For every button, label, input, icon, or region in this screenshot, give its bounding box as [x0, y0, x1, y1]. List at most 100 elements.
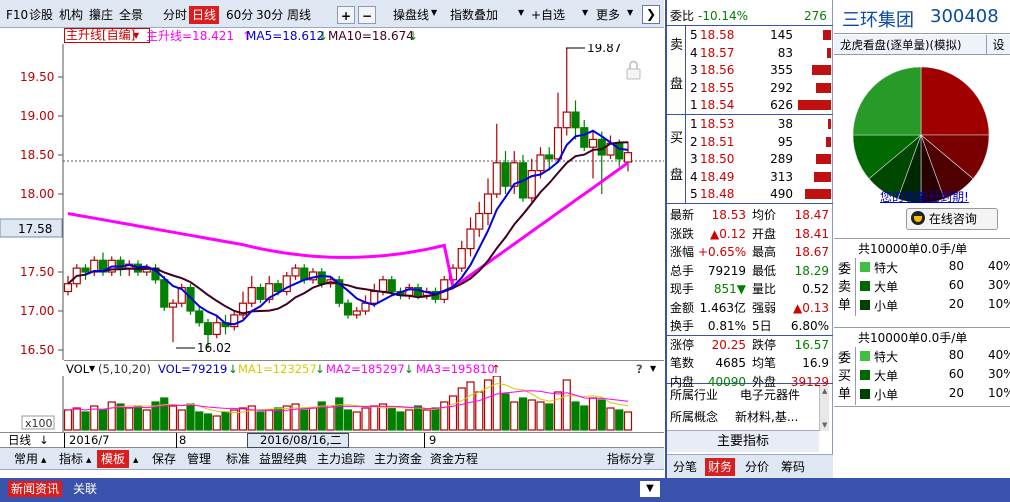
vol-indicator-select[interactable]: VOL: [66, 361, 89, 377]
volume-bar: [142, 409, 151, 431]
stat-key: 外盘: [752, 374, 777, 389]
ask-row[interactable]: 2 18.55 292: [687, 79, 833, 97]
chevron-up-icon: ▲: [41, 456, 47, 464]
tab-intraday[interactable]: 分时: [160, 6, 190, 24]
tab-main-tracking[interactable]: 主力追踪: [313, 450, 369, 468]
volume-bar: [580, 405, 589, 431]
vol-value: VOL=79219: [158, 362, 228, 376]
candle-body: [317, 271, 326, 285]
tab-indicator-share[interactable]: 指标分享: [603, 450, 659, 468]
tab-main-funds[interactable]: 主力资金: [370, 450, 426, 468]
tab-daily[interactable]: 日线: [189, 6, 220, 24]
bid-row[interactable]: 4 18.49 313: [687, 168, 833, 186]
bid-row[interactable]: 1 18.53 38: [687, 115, 833, 133]
zoom-out-button[interactable]: −: [358, 6, 376, 24]
main-index-button[interactable]: 主要指标: [667, 430, 819, 452]
concept-label: 所属概念: [670, 410, 719, 424]
swatch: [860, 351, 870, 361]
tab-indicator[interactable]: 指标: [55, 450, 87, 468]
tab-weekly[interactable]: 周线: [284, 6, 314, 24]
stat-row: 现手 851▼ 量比 0.52: [667, 280, 833, 298]
volume: 38: [777, 117, 793, 131]
tick-label: 19.50: [20, 70, 54, 84]
stat-row: 最新 18.53 均价 18.47: [667, 206, 833, 224]
volume-bar: [177, 409, 186, 431]
candle-body: [361, 302, 370, 312]
collapse-news-icon[interactable]: ▼: [640, 481, 660, 497]
stat-value: ▲0.13: [793, 300, 829, 315]
arrow-up-icon: ↑: [491, 362, 501, 376]
price-chart[interactable]: 19.50 19.00 18.50 18.00 17.50 17.00 16.5…: [0, 44, 664, 360]
candle-body: [212, 322, 221, 336]
order-pct: 30%: [988, 367, 1010, 381]
help-icon[interactable]: ?: [636, 361, 643, 377]
related-tab[interactable]: 关联: [70, 481, 100, 497]
volume-bar: [195, 411, 204, 431]
tab-standard[interactable]: 标准: [222, 450, 254, 468]
tab-common[interactable]: 常用: [10, 450, 42, 468]
block-header: 共10000单0.0手/单: [858, 242, 968, 256]
info-scrollbar[interactable]: ▲ ▼: [819, 385, 829, 431]
ask-row[interactable]: 5 18.58 145: [687, 26, 833, 44]
collapse-panel-icon[interactable]: ❯: [642, 5, 660, 24]
zhuang-button[interactable]: 攥庄: [86, 6, 116, 24]
sell-side-label: 盘: [670, 77, 684, 92]
volume-bar: [828, 119, 831, 129]
main-line-value: 主升线=18.421: [146, 29, 235, 43]
level: 5: [690, 187, 698, 202]
ask-row[interactable]: 1 18.54 626: [687, 96, 833, 114]
institution-button[interactable]: 机构: [56, 6, 86, 24]
date-label: 8: [176, 433, 186, 448]
volume-bar: [81, 411, 90, 431]
concept-value[interactable]: 新材料,基...: [735, 408, 798, 426]
volume-bar: [827, 47, 831, 58]
side-label: 委: [838, 262, 852, 277]
stat-value: 4685: [715, 356, 746, 370]
tab-60min[interactable]: 60分: [223, 6, 256, 24]
more-button[interactable]: 更多: [593, 6, 623, 24]
settings-button[interactable]: 设: [986, 35, 1010, 55]
diagnose-button[interactable]: 诊股: [26, 6, 56, 24]
add-watchlist-button[interactable]: +自选: [528, 6, 568, 24]
volume-chart[interactable]: x100: [0, 376, 664, 432]
zoom-in-button[interactable]: +: [337, 6, 355, 24]
volume-bar: [186, 403, 195, 431]
tab-yimeng-classic[interactable]: 益盟经典: [255, 450, 311, 468]
price: 18.57: [700, 45, 735, 60]
tab-chips[interactable]: 筹码: [781, 458, 805, 476]
consult-button[interactable]: 在线咨询: [906, 208, 998, 230]
lock-icon[interactable]: [626, 60, 641, 80]
volume: 95: [777, 134, 793, 149]
panorama-button[interactable]: 全景: [116, 6, 146, 24]
stat-row: 换手 0.81% 5日 6.80%: [667, 317, 833, 335]
index-overlay-button[interactable]: 指数叠加: [447, 6, 501, 24]
tab-price-dist[interactable]: 分价: [745, 458, 769, 476]
tab-30min[interactable]: 30分: [253, 6, 286, 24]
tab-save[interactable]: 保存: [148, 450, 180, 468]
level: 2: [690, 80, 698, 95]
chevron-down-icon: ▼: [582, 8, 589, 17]
arrow-down-icon: ↓: [39, 433, 49, 447]
news-tab[interactable]: 新闻资讯: [8, 481, 63, 497]
volume-bar: [816, 82, 831, 93]
tab-template[interactable]: 模板: [97, 450, 130, 468]
ask-row[interactable]: 4 18.57 83: [687, 44, 833, 62]
volume-bar: [352, 411, 361, 431]
bid-row[interactable]: 2 18.51 95: [687, 133, 833, 151]
crosshair-date: 2016/08/16,二: [247, 433, 350, 448]
tab-finance[interactable]: 财务: [705, 458, 736, 476]
tab-funds-equation[interactable]: 资金方程: [426, 450, 482, 468]
tab-ticks[interactable]: 分笔: [673, 458, 697, 476]
expired-link[interactable]: 您的功能已到期!: [880, 188, 969, 205]
high-label: 19.87: [587, 44, 621, 55]
order-count: 20: [948, 386, 964, 400]
bid-row[interactable]: 5 18.48 490: [687, 185, 833, 203]
vol-ma3: MA3=195810: [416, 362, 495, 376]
volume-bar: [343, 409, 353, 431]
period-label[interactable]: 日线: [8, 433, 31, 448]
tab-manage[interactable]: 管理: [183, 450, 215, 468]
candle-body: [492, 162, 501, 195]
ask-row[interactable]: 3 18.56 355: [687, 61, 833, 79]
bid-row[interactable]: 3 18.50 289: [687, 150, 833, 168]
operation-line-button[interactable]: 操盘线: [390, 6, 432, 24]
